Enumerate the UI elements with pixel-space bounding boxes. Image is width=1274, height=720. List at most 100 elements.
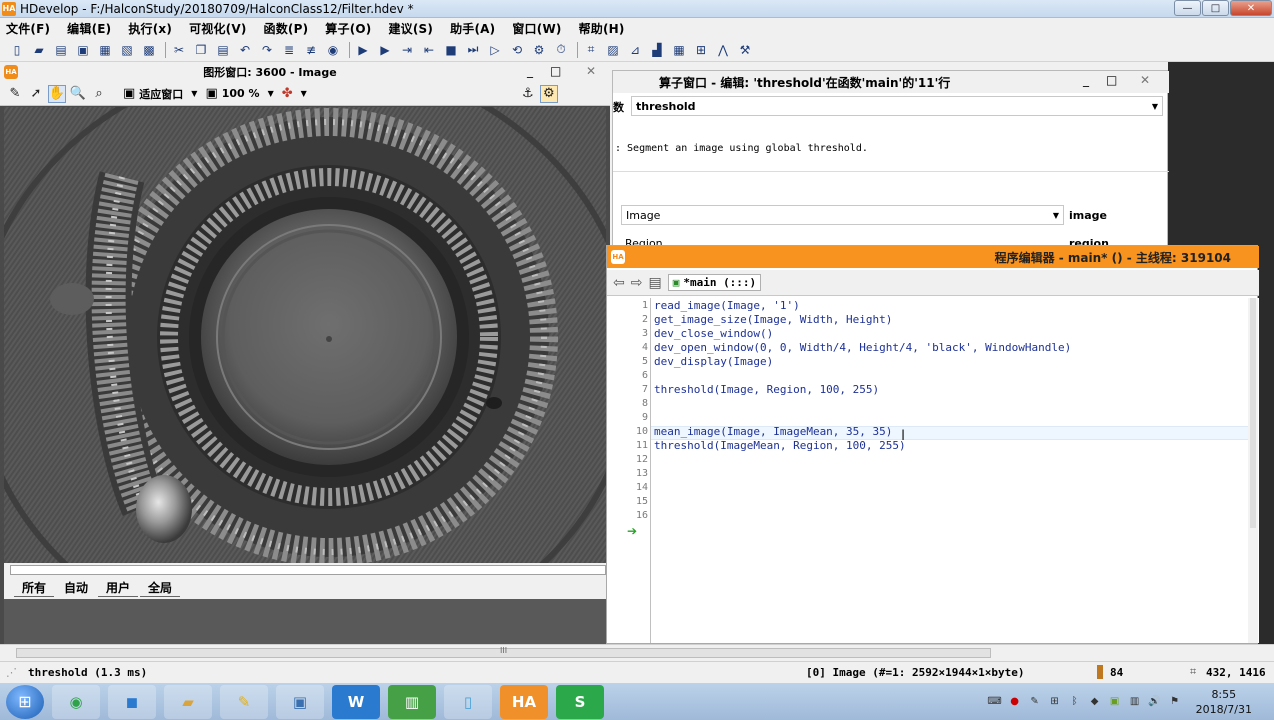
matching-icon[interactable]: ⚒ <box>737 42 753 58</box>
settings-icon[interactable]: ▩ <box>141 42 157 58</box>
screenshot-icon[interactable]: ▣ <box>276 684 324 719</box>
antivirus-icon[interactable]: ● <box>1008 695 1022 709</box>
tab-user[interactable]: 用户 <box>98 579 139 597</box>
procedure-list-icon[interactable]: ▤ <box>648 275 661 291</box>
open-file-icon[interactable]: ▰ <box>31 42 47 58</box>
network-icon[interactable]: ▥ <box>1128 695 1142 709</box>
wps-writer-icon[interactable]: W <box>332 684 380 719</box>
param-image-dropdown[interactable]: Image ▼ <box>621 205 1064 225</box>
pin-icon[interactable]: ⚓ <box>519 85 537 103</box>
operator-minimize-button[interactable]: _ <box>1083 73 1089 87</box>
horizontal-scrollbar[interactable]: III <box>0 644 1274 661</box>
close-button[interactable]: ✕ <box>1230 0 1272 16</box>
insert-icon[interactable]: ≣ <box>281 42 297 58</box>
redo-icon[interactable]: ↷ <box>259 42 275 58</box>
menu-visualization[interactable]: 可视化(V) <box>189 20 246 37</box>
run-to-icon[interactable]: ◉ <box>325 42 341 58</box>
code-editor-icon[interactable]: ▥ <box>388 684 436 719</box>
delete-line-icon[interactable]: ≢ <box>303 42 319 58</box>
keyboard-icon[interactable]: ⌨ <box>987 695 1001 709</box>
tab-auto[interactable]: 自动 <box>56 579 96 597</box>
wps-sheets-icon[interactable]: S <box>556 684 604 719</box>
halcon-taskbar-icon[interactable]: HA <box>500 684 548 719</box>
stop-icon[interactable]: ■ <box>443 42 459 58</box>
video-app-icon[interactable]: ◼ <box>108 684 156 719</box>
pan-hand-icon[interactable]: ✋ <box>48 84 66 103</box>
paint-icon[interactable]: ✎ <box>220 684 268 719</box>
procedure-selector[interactable]: ▣ *main (:::) <box>667 274 762 291</box>
operator-close-button[interactable]: ✕ <box>1140 73 1150 87</box>
undo-icon[interactable]: ↶ <box>237 42 253 58</box>
menu-help[interactable]: 帮助(H) <box>579 20 625 37</box>
code-line[interactable]: dev_display(Image) <box>654 355 773 368</box>
graphics-image[interactable] <box>4 107 606 563</box>
cut-icon[interactable]: ✂ <box>171 42 187 58</box>
draw-icon[interactable]: ✎ <box>6 85 24 103</box>
volume-icon[interactable]: 🔊 <box>1148 695 1162 709</box>
menu-file[interactable]: 文件(F) <box>6 20 50 37</box>
browser-icon[interactable]: ◉ <box>52 684 100 719</box>
vertical-scrollbar[interactable] <box>1248 298 1258 643</box>
code-line[interactable]: threshold(Image, Region, 100, 255) <box>654 383 879 396</box>
code-line[interactable]: dev_close_window() <box>654 327 773 340</box>
fit-window-dropdown[interactable]: ▣ 适应窗口 ▼ <box>123 86 197 102</box>
code-line[interactable]: read_image(Image, '1') <box>654 299 800 312</box>
feature-inspection-icon[interactable]: ⊞ <box>693 42 709 58</box>
zoom-level-dropdown[interactable]: ▣ 100 % ▼ <box>205 86 273 101</box>
code-line[interactable]: mean_image(Image, ImageMean, 35, 35) <box>654 425 892 438</box>
graphics-minimize-button[interactable]: _ <box>527 64 533 78</box>
minimize-button[interactable]: — <box>1174 0 1201 16</box>
code-line[interactable]: dev_open_window(0, 0, Width/4, Height/4,… <box>654 341 1071 354</box>
menu-execute[interactable]: 执行(x) <box>128 20 172 37</box>
save-icon[interactable]: ▣ <box>75 42 91 58</box>
menu-procedures[interactable]: 函数(P) <box>264 20 309 37</box>
graphics-close-button[interactable]: ✕ <box>586 64 596 78</box>
step-out-icon[interactable]: ⇤ <box>421 42 437 58</box>
code-editor[interactable]: 1 2 3 4 5 6 7 8 9 10 11 12 13 14 15 16 read_image(Image… <box>607 298 1259 643</box>
nvidia-icon[interactable]: ▣ <box>1108 695 1122 709</box>
scrollbar-thumb[interactable]: III <box>16 646 991 658</box>
tab-all[interactable]: 所有 <box>14 579 55 597</box>
forward-arrow-icon[interactable]: ⇨ <box>631 275 643 291</box>
open-graphics-icon[interactable]: ▨ <box>605 42 621 58</box>
flag-icon[interactable]: ⚑ <box>1168 695 1182 709</box>
notepad-icon[interactable]: ▯ <box>444 684 492 719</box>
zoom-icon[interactable]: 🔍 <box>69 85 87 103</box>
menu-edit[interactable]: 编辑(E) <box>67 20 111 37</box>
windows-icon[interactable]: ⊞ <box>1048 695 1062 709</box>
shield-icon[interactable]: ◆ <box>1088 695 1102 709</box>
clock[interactable]: 8:55 2018/7/31 <box>1196 687 1252 717</box>
scrollbar-thumb[interactable] <box>1250 298 1256 528</box>
record-icon[interactable]: ⚙ <box>531 42 547 58</box>
export-icon[interactable]: ▧ <box>119 42 135 58</box>
operator-name-dropdown[interactable]: threshold ▼ <box>631 96 1163 116</box>
maximize-button[interactable]: □ <box>1202 0 1229 16</box>
gray-histogram-icon[interactable]: ▦ <box>671 42 687 58</box>
paste-icon[interactable]: ▤ <box>215 42 231 58</box>
save-as-icon[interactable]: ▦ <box>97 42 113 58</box>
pointer-icon[interactable]: ➚ <box>27 85 45 103</box>
tab-global[interactable]: 全局 <box>140 579 181 597</box>
color-dropdown[interactable]: ✤ ▼ <box>282 86 307 101</box>
variable-list[interactable] <box>10 565 606 575</box>
reset-icon[interactable]: ⟲ <box>509 42 525 58</box>
step-into-icon[interactable]: ⇥ <box>399 42 415 58</box>
code-line[interactable]: threshold(ImageMean, Region, 100, 255) <box>654 439 906 452</box>
menu-operators[interactable]: 算子(O) <box>325 20 371 37</box>
bluetooth-icon[interactable]: ᛒ <box>1068 695 1082 709</box>
graphics-maximize-button[interactable]: □ <box>550 64 561 78</box>
step-over-icon[interactable]: ▶ <box>377 42 393 58</box>
menu-suggestions[interactable]: 建议(S) <box>388 20 433 37</box>
step-forward-icon[interactable]: ⏭ <box>465 42 481 58</box>
menu-assistants[interactable]: 助手(A) <box>450 20 495 37</box>
open-folder-icon[interactable]: ▤ <box>53 42 69 58</box>
menu-window[interactable]: 窗口(W) <box>512 20 561 37</box>
image-tools-icon[interactable]: ⌗ <box>583 42 599 58</box>
zoom-dropdown-icon[interactable]: ⌕ <box>90 85 108 103</box>
histogram-icon[interactable]: ⊿ <box>627 42 643 58</box>
calibration-icon[interactable]: ⋀ <box>715 42 731 58</box>
copy-icon[interactable]: ❐ <box>193 42 209 58</box>
pen-icon[interactable]: ✎ <box>1028 695 1042 709</box>
exec-procedure-icon[interactable]: ▷ <box>487 42 503 58</box>
code-line[interactable]: get_image_size(Image, Width, Height) <box>654 313 892 326</box>
